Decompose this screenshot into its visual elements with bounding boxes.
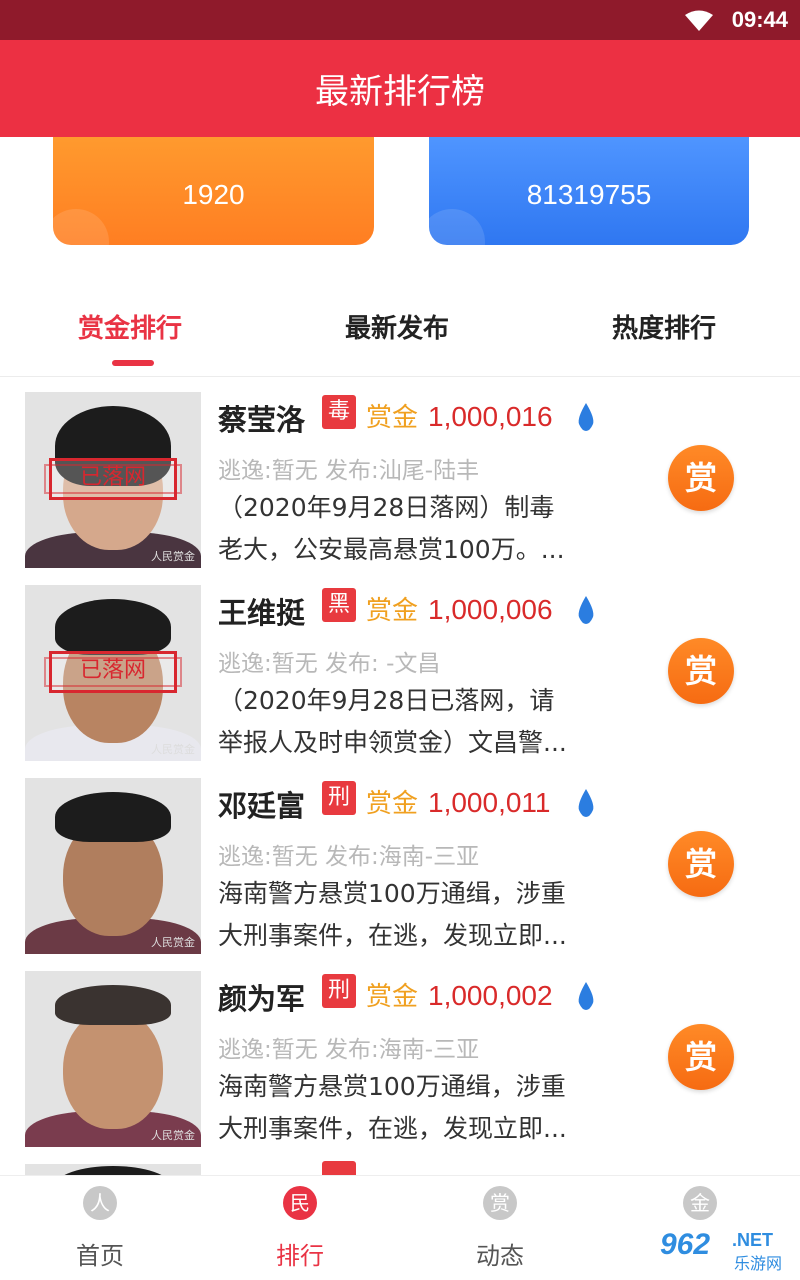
suspect-description: 海南警方悬赏100万通缉，涉重 大刑事案件，在逃，发现立即... bbox=[218, 879, 567, 950]
nav-label: 首页 bbox=[76, 1242, 124, 1270]
bounty-amount: 1,000,011 bbox=[428, 787, 551, 818]
wanted-list: 已落网 人民赏金 蔡莹洛 毒 赏金 1,000,016 逃逸:暂无 发布:汕尾-… bbox=[0, 377, 800, 1175]
suspect-photo[interactable]: 人民赏金 bbox=[25, 971, 201, 1147]
card-decoration bbox=[53, 209, 109, 245]
suspect-photo[interactable] bbox=[25, 1164, 201, 1175]
suspect-photo[interactable]: 已落网 人民赏金 bbox=[25, 585, 201, 761]
suspect-info: 逃逸:暂无 发布:海南-三亚 bbox=[218, 1037, 480, 1063]
crime-tag: 刑 bbox=[322, 781, 356, 815]
dynamics-icon: 赏 bbox=[483, 1186, 517, 1220]
page-title: 最新排行榜 bbox=[315, 72, 485, 112]
tab-bounty-ranking[interactable]: 赏金排行 bbox=[78, 308, 182, 345]
bounty-amount: 1,000,006 bbox=[428, 594, 553, 625]
site-watermark-logo: 962 .NET 乐游网 bbox=[660, 1228, 794, 1274]
wifi-icon bbox=[685, 10, 713, 31]
tab-popularity-ranking[interactable]: 热度排行 bbox=[612, 308, 716, 345]
bounty-amount: 1,000,002 bbox=[428, 980, 553, 1011]
crime-tag: 黑 bbox=[322, 588, 356, 622]
caught-stamp: 已落网 bbox=[44, 651, 182, 693]
logo-net: .NET bbox=[732, 1230, 774, 1250]
photo-watermark: 人民赏金 bbox=[151, 936, 195, 949]
stat-card-right: 81319755 bbox=[429, 137, 749, 245]
mine-icon: 金 bbox=[683, 1186, 717, 1220]
crime-tag: 毒 bbox=[322, 395, 356, 429]
clock: 09:44 bbox=[731, 7, 788, 32]
suspect-description: （2020年9月28日落网）制毒 老大，公安最高悬赏100万。... bbox=[218, 493, 565, 564]
reward-button[interactable]: 赏 bbox=[668, 638, 734, 704]
suspect-description: （2020年9月28日已落网，请 举报人及时申领赏金）文昌警... bbox=[218, 686, 567, 757]
suspect-info: 逃逸:暂无 发布: -文昌 bbox=[218, 651, 441, 677]
home-icon: 人 bbox=[83, 1186, 117, 1220]
bounty-label: 赏金 bbox=[366, 982, 419, 1012]
photo-watermark: 人民赏金 bbox=[151, 743, 195, 756]
bounty-amount: 1,000,016 bbox=[428, 401, 553, 432]
ranking-icon: 民 bbox=[283, 1186, 317, 1220]
tab-indicator bbox=[112, 360, 154, 366]
list-item[interactable]: 已落网 人民赏金 蔡莹洛 毒 赏金 1,000,016 逃逸:暂无 发布:汕尾-… bbox=[0, 377, 800, 570]
drop-icon bbox=[578, 982, 594, 1010]
suspect-photo[interactable]: 人民赏金 bbox=[25, 778, 201, 954]
drop-icon bbox=[578, 403, 594, 431]
app-bar: 最新排行榜 bbox=[0, 40, 800, 137]
tab-latest-release[interactable]: 最新发布 bbox=[345, 308, 449, 345]
stat-value-left: 1920 bbox=[182, 179, 245, 210]
tab-bar: 赏金排行 最新发布 热度排行 bbox=[0, 300, 800, 376]
bounty-label: 赏金 bbox=[366, 403, 419, 433]
reward-button[interactable]: 赏 bbox=[668, 1024, 734, 1090]
caught-stamp: 已落网 bbox=[44, 458, 182, 500]
list-item[interactable] bbox=[0, 1149, 800, 1175]
nav-dynamics[interactable]: 赏 动态 bbox=[440, 1186, 560, 1271]
list-item[interactable]: 已落网 人民赏金 王维挺 黑 赏金 1,000,006 逃逸:暂无 发布: -文… bbox=[0, 570, 800, 763]
card-decoration bbox=[429, 209, 485, 245]
suspect-name: 蔡莹洛 bbox=[218, 403, 306, 437]
logo-name: 乐游网 bbox=[734, 1254, 783, 1273]
drop-icon bbox=[578, 789, 594, 817]
list-item[interactable]: 人民赏金 颜为军 刑 赏金 1,000,002 逃逸:暂无 发布:海南-三亚 海… bbox=[0, 956, 800, 1149]
suspect-info: 逃逸:暂无 发布:汕尾-陆丰 bbox=[218, 458, 480, 484]
reward-button[interactable]: 赏 bbox=[668, 445, 734, 511]
reward-button[interactable]: 赏 bbox=[668, 831, 734, 897]
stat-value-right: 81319755 bbox=[526, 179, 652, 210]
bounty-label: 赏金 bbox=[366, 596, 419, 626]
logo-number: 962 bbox=[660, 1228, 711, 1261]
photo-watermark: 人民赏金 bbox=[151, 1129, 195, 1142]
suspect-name: 王维挺 bbox=[218, 596, 306, 630]
nav-label: 排行 bbox=[276, 1242, 324, 1270]
crime-tag bbox=[322, 1161, 356, 1175]
bounty-label: 赏金 bbox=[366, 789, 419, 819]
photo-watermark: 人民赏金 bbox=[151, 550, 195, 563]
drop-icon bbox=[578, 596, 594, 624]
status-bar: 09:44 bbox=[0, 0, 800, 40]
suspect-info: 逃逸:暂无 发布:海南-三亚 bbox=[218, 844, 480, 870]
nav-label: 动态 bbox=[476, 1242, 524, 1270]
nav-home[interactable]: 人 首页 bbox=[40, 1186, 160, 1271]
suspect-description: 海南警方悬赏100万通缉，涉重 大刑事案件，在逃，发现立即... bbox=[218, 1072, 567, 1143]
crime-tag: 刑 bbox=[322, 974, 356, 1008]
suspect-name: 颜为军 bbox=[218, 982, 306, 1016]
suspect-photo[interactable]: 已落网 人民赏金 bbox=[25, 392, 201, 568]
suspect-name: 邓廷富 bbox=[218, 789, 306, 823]
stat-card-left: 1920 bbox=[53, 137, 374, 245]
list-item[interactable]: 人民赏金 邓廷富 刑 赏金 1,000,011 逃逸:暂无 发布:海南-三亚 海… bbox=[0, 763, 800, 956]
nav-ranking[interactable]: 民 排行 bbox=[240, 1186, 360, 1271]
